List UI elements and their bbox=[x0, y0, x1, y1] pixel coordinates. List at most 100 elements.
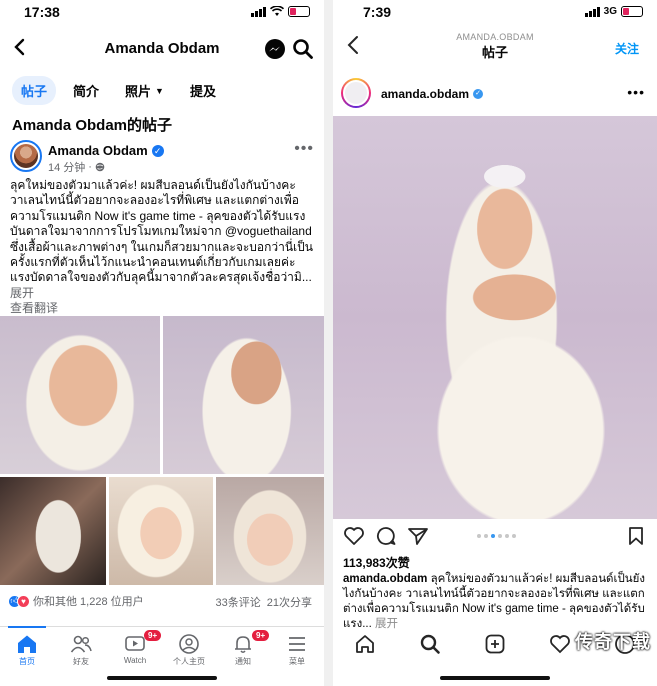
home-icon[interactable] bbox=[354, 633, 376, 655]
pager-dot bbox=[512, 534, 516, 538]
verified-badge-icon: ✓ bbox=[151, 144, 164, 157]
status-time: 17:38 bbox=[24, 4, 60, 20]
post-author[interactable]: amanda.obdam ✓ bbox=[381, 87, 484, 101]
tab-posts[interactable]: 帖子 bbox=[12, 76, 57, 105]
post-photo-4[interactable] bbox=[109, 477, 213, 585]
more-options-icon[interactable]: ••• bbox=[294, 140, 314, 158]
status-bar: 17:38 bbox=[0, 0, 324, 26]
post-photo-1[interactable] bbox=[0, 316, 160, 474]
section-title: Amanda Obdam的帖子 bbox=[12, 117, 173, 134]
nav-label: 好友 bbox=[73, 657, 89, 666]
pager-dot bbox=[505, 534, 509, 538]
notification-badge: 9+ bbox=[144, 630, 162, 641]
reaction-summary[interactable]: 👍︎ ♥ 你和其他 1,228 位用户 bbox=[8, 593, 144, 609]
nav-notifications[interactable]: 9+ 通知 bbox=[216, 627, 270, 674]
signal-icon bbox=[251, 6, 266, 17]
bell-icon bbox=[235, 636, 251, 653]
avatar[interactable] bbox=[341, 78, 371, 108]
notification-badge: 9+ bbox=[252, 630, 270, 641]
post-caption: amanda.obdam ลุคใหม่ของตัวมาแล้วค่ะ! ผมส… bbox=[343, 572, 649, 632]
search-icon[interactable] bbox=[419, 633, 441, 655]
tab-label: 提及 bbox=[189, 84, 216, 99]
new-post-icon[interactable] bbox=[484, 633, 506, 655]
facebook-screen: 17:38 Amanda Obdam 帖子 简介 照片 ▼ 提及 Amanda O… bbox=[0, 0, 324, 686]
page-header: Amanda Obdam bbox=[0, 30, 324, 66]
globe-icon bbox=[95, 162, 105, 172]
bottom-nav: 首页 好友 9+ Watch 个人主页 9+ 通知 菜单 bbox=[0, 626, 324, 674]
love-reaction-icon: ♥ bbox=[17, 594, 30, 608]
nav-friends[interactable]: 好友 bbox=[54, 627, 108, 674]
signal-icon bbox=[584, 6, 600, 17]
pager-dot-active bbox=[491, 534, 495, 538]
page-header: AMANDA.OBDAM 帖子 关注 bbox=[333, 30, 657, 60]
battery-icon bbox=[288, 6, 310, 17]
tab-label: 简介 bbox=[73, 84, 100, 99]
reaction-count: 你和其他 1,228 位用户 bbox=[33, 596, 144, 608]
reaction-bar: 👍︎ ♥ 你和其他 1,228 位用户 33条评论 21次分享 bbox=[8, 592, 312, 610]
activity-heart-icon[interactable] bbox=[549, 633, 571, 655]
home-indicator bbox=[440, 676, 550, 680]
post-time: 14 分钟 · bbox=[48, 159, 105, 175]
nav-label: 通知 bbox=[235, 657, 251, 666]
expand-link[interactable]: 展开 bbox=[10, 286, 34, 300]
post-header: Amanda Obdam ✓ 14 分钟 · ••• bbox=[10, 140, 314, 174]
friends-icon bbox=[70, 635, 92, 653]
pager-dot bbox=[484, 534, 488, 538]
tab-mentions[interactable]: 提及 bbox=[181, 76, 225, 105]
post-author[interactable]: Amanda Obdam ✓ bbox=[48, 143, 164, 158]
profile-tabs: 帖子 简介 照片 ▼ 提及 bbox=[12, 76, 225, 105]
caption-username[interactable]: amanda.obdam bbox=[343, 573, 427, 585]
share-icon[interactable] bbox=[407, 526, 429, 546]
share-count[interactable]: 21次分享 bbox=[267, 594, 312, 610]
comment-icon[interactable] bbox=[375, 526, 397, 546]
status-icons: 3G bbox=[584, 6, 643, 17]
divider bbox=[324, 0, 333, 686]
comment-count[interactable]: 33条评论 bbox=[216, 594, 261, 610]
network-type: 3G bbox=[603, 6, 617, 17]
post-photo-2[interactable] bbox=[163, 316, 324, 474]
tab-label: 帖子 bbox=[21, 84, 48, 99]
nav-profile[interactable]: 个人主页 bbox=[162, 627, 216, 674]
nav-label: 菜单 bbox=[289, 657, 305, 666]
post-photo-5[interactable] bbox=[216, 477, 324, 585]
watermark-logo: 传奇下载 bbox=[575, 632, 651, 652]
nav-menu[interactable]: 菜单 bbox=[270, 627, 324, 674]
home-icon bbox=[18, 635, 36, 653]
heart-icon[interactable] bbox=[343, 526, 365, 546]
messenger-icon[interactable] bbox=[264, 38, 286, 60]
post-image[interactable] bbox=[333, 116, 657, 519]
status-bar: 7:39 3G bbox=[333, 0, 657, 26]
profile-icon bbox=[179, 634, 199, 654]
like-count[interactable]: 113,983次赞 bbox=[343, 554, 410, 571]
bookmark-icon[interactable] bbox=[627, 526, 645, 546]
pager-dot bbox=[477, 534, 481, 538]
post-time-text: 14 分钟 bbox=[48, 162, 86, 174]
author-name: Amanda Obdam bbox=[48, 143, 148, 158]
wifi-icon bbox=[270, 6, 284, 16]
post-photo-3[interactable] bbox=[0, 477, 106, 585]
nav-watch[interactable]: 9+ Watch bbox=[108, 627, 162, 674]
verified-badge-icon: ✓ bbox=[473, 89, 484, 99]
header-subtitle: AMANDA.OBDAM bbox=[456, 32, 534, 42]
battery-icon bbox=[621, 6, 643, 17]
nav-home[interactable]: 首页 bbox=[0, 626, 54, 674]
watch-icon bbox=[125, 636, 145, 651]
pager-dot bbox=[498, 534, 502, 538]
post-header: amanda.obdam ✓ ••• bbox=[341, 78, 647, 110]
caret-down-icon: ▼ bbox=[155, 85, 164, 96]
post-actions bbox=[343, 526, 645, 548]
status-icons bbox=[251, 6, 310, 17]
username: amanda.obdam bbox=[381, 87, 470, 101]
see-translation-link[interactable]: 查看翻译 bbox=[10, 301, 314, 316]
follow-button[interactable]: 关注 bbox=[615, 40, 639, 57]
more-options-icon[interactable]: ••• bbox=[627, 84, 645, 100]
tab-about[interactable]: 简介 bbox=[64, 76, 108, 105]
status-time: 7:39 bbox=[363, 4, 392, 20]
tab-photos[interactable]: 照片 ▼ bbox=[116, 76, 173, 105]
search-icon[interactable] bbox=[292, 38, 314, 60]
avatar[interactable] bbox=[10, 140, 42, 172]
carousel-indicator bbox=[477, 534, 516, 538]
menu-icon bbox=[289, 637, 305, 651]
page-title: 帖子 bbox=[481, 45, 508, 60]
post-text: ลุคใหม่ของตัวมาแล้วค่ะ! ผมสีบลอนด์เป็นยั… bbox=[10, 178, 314, 317]
